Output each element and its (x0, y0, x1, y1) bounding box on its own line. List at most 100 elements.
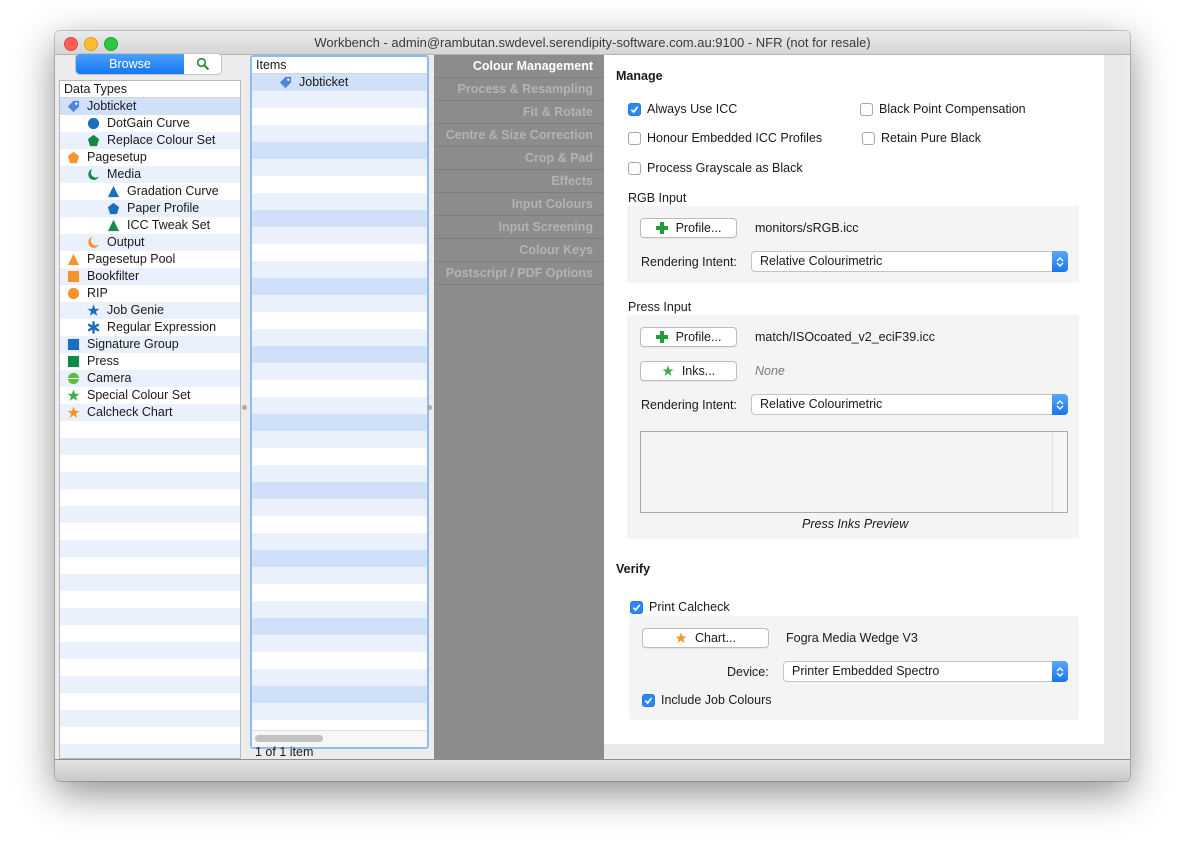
triangle-icon (66, 253, 80, 267)
browse-tab[interactable]: Browse (76, 54, 184, 74)
process-grayscale-checkbox[interactable]: Process Grayscale as Black (628, 161, 803, 175)
window-title: Workbench - admin@rambutan.swdevel.seren… (314, 35, 871, 50)
data-type-item[interactable]: ICC Tweak Set (60, 217, 240, 234)
close-window-button[interactable] (64, 37, 78, 51)
checkbox-box[interactable] (862, 131, 875, 145)
item-row[interactable]: Jobticket (252, 74, 427, 91)
data-type-label: Bookfilter (87, 269, 140, 283)
data-type-label: Paper Profile (127, 201, 200, 215)
data-type-item[interactable]: Gradation Curve (60, 183, 240, 200)
honour-embedded-icc-label: Honour Embedded ICC Profiles (647, 131, 823, 145)
verify-heading: Verify (616, 562, 651, 576)
device-select[interactable]: Printer Embedded Spectro (783, 661, 1068, 682)
black-point-compensation-label: Black Point Compensation (879, 102, 1026, 116)
data-type-item[interactable]: Jobticket (60, 98, 240, 115)
data-type-item[interactable]: Calcheck Chart (60, 404, 240, 421)
print-calcheck-checkbox[interactable]: Print Calcheck (630, 600, 730, 614)
honour-embedded-icc-checkbox[interactable]: Honour Embedded ICC Profiles (628, 131, 822, 145)
circle-icon (86, 117, 100, 131)
items-count: 1 of 1 item (255, 745, 314, 759)
data-type-item[interactable]: DotGain Curve (60, 115, 240, 132)
section-tab-input-colours[interactable]: Input Colours (434, 193, 604, 216)
data-type-item[interactable]: Paper Profile (60, 200, 240, 217)
data-type-item[interactable]: Regular Expression (60, 319, 240, 336)
zoom-window-button[interactable] (104, 37, 118, 51)
checkmark-icon (632, 603, 641, 611)
calcheck-group: Chart... Fogra Media Wedge V3 Device: Pr… (629, 616, 1079, 720)
press-inks-button[interactable]: Inks... (640, 361, 737, 381)
data-type-item[interactable]: Special Colour Set (60, 387, 240, 404)
half-circle-icon (66, 372, 80, 386)
rgb-profile-button[interactable]: Profile... (640, 218, 737, 238)
data-type-item[interactable]: Signature Group (60, 336, 240, 353)
data-type-label: Pagesetup Pool (87, 252, 176, 266)
rgb-rendering-intent-select[interactable]: Relative Colourimetric (751, 251, 1068, 272)
star-icon (86, 304, 100, 318)
triangle-icon (106, 219, 120, 233)
data-type-item[interactable]: Pagesetup Pool (60, 251, 240, 268)
data-type-item[interactable]: Output (60, 234, 240, 251)
scrollbar-thumb[interactable] (255, 735, 323, 742)
data-type-label: RIP (87, 286, 108, 300)
window-bottom-bar (55, 759, 1130, 781)
minimize-window-button[interactable] (84, 37, 98, 51)
data-type-item[interactable]: Job Genie (60, 302, 240, 319)
section-tab-fit-rotate[interactable]: Fit & Rotate (434, 101, 604, 124)
square-icon (66, 270, 80, 284)
chart-value: Fogra Media Wedge V3 (786, 631, 918, 645)
data-type-item[interactable]: RIP (60, 285, 240, 302)
section-tab-effects[interactable]: Effects (434, 170, 604, 193)
checkbox-box[interactable] (628, 102, 641, 116)
data-type-label: ICC Tweak Set (127, 218, 211, 232)
checkbox-box[interactable] (860, 102, 873, 116)
data-type-item[interactable]: Camera (60, 370, 240, 387)
press-profile-value: match/ISOcoated_v2_eciF39.icc (755, 330, 935, 344)
press-inks-preview-caption: Press Inks Preview (802, 517, 909, 531)
data-type-item[interactable]: Press (60, 353, 240, 370)
section-tab-crop-pad[interactable]: Crop & Pad (434, 147, 604, 170)
retain-pure-black-label: Retain Pure Black (881, 131, 982, 145)
data-type-label: Job Genie (107, 303, 164, 317)
section-tab-colour-management[interactable]: Colour Management (434, 55, 604, 78)
checkmark-icon (644, 696, 653, 704)
items-splitter-handle[interactable] (427, 405, 432, 410)
magnifier-icon (196, 57, 209, 71)
section-tab-centre-size-correction[interactable]: Centre & Size Correction (434, 124, 604, 147)
star-icon (66, 389, 80, 403)
crescent-icon (86, 168, 100, 182)
data-type-item[interactable]: Media (60, 166, 240, 183)
data-type-label: Calcheck Chart (87, 405, 173, 419)
data-type-item[interactable]: Replace Colour Set (60, 132, 240, 149)
data-type-item[interactable]: Pagesetup (60, 149, 240, 166)
always-use-icc-checkbox[interactable]: Always Use ICC (628, 102, 737, 116)
data-type-item[interactable]: Bookfilter (60, 268, 240, 285)
checkbox-box[interactable] (628, 161, 641, 175)
checkbox-box[interactable] (628, 131, 641, 145)
pentagon-icon (86, 134, 100, 148)
include-job-colours-checkbox[interactable]: Include Job Colours (642, 693, 771, 707)
checkbox-box[interactable] (630, 600, 643, 614)
preview-scrollbar[interactable] (1052, 432, 1067, 512)
section-tab-colour-keys[interactable]: Colour Keys (434, 239, 604, 262)
search-tab[interactable] (184, 54, 221, 74)
data-type-label: Replace Colour Set (107, 133, 216, 147)
rgb-input-group: Profile... monitors/sRGB.icc Rendering I… (627, 206, 1079, 283)
rgb-profile-value: monitors/sRGB.icc (755, 221, 859, 235)
checkbox-box[interactable] (642, 693, 655, 707)
include-job-colours-label: Include Job Colours (661, 693, 772, 707)
chart-button[interactable]: Chart... (642, 628, 769, 648)
retain-pure-black-checkbox[interactable]: Retain Pure Black (862, 131, 981, 145)
workbench-window: Workbench - admin@rambutan.swdevel.seren… (55, 31, 1130, 781)
rgb-input-heading: RGB Input (628, 191, 687, 205)
data-type-label: DotGain Curve (107, 116, 190, 130)
press-rendering-intent-select[interactable]: Relative Colourimetric (751, 394, 1068, 415)
section-tab-process-resampling[interactable]: Process & Resampling (434, 78, 604, 101)
title-bar: Workbench - admin@rambutan.swdevel.seren… (55, 31, 1130, 55)
content-bottom-margin (604, 744, 1104, 760)
content-vertical-scrollbar[interactable] (1104, 55, 1126, 760)
black-point-compensation-checkbox[interactable]: Black Point Compensation (860, 102, 1026, 116)
left-splitter-handle[interactable] (242, 405, 247, 410)
press-profile-button[interactable]: Profile... (640, 327, 737, 347)
section-tab-postscript-pdf-options[interactable]: Postscript / PDF Options (434, 262, 604, 285)
section-tab-input-screening[interactable]: Input Screening (434, 216, 604, 239)
